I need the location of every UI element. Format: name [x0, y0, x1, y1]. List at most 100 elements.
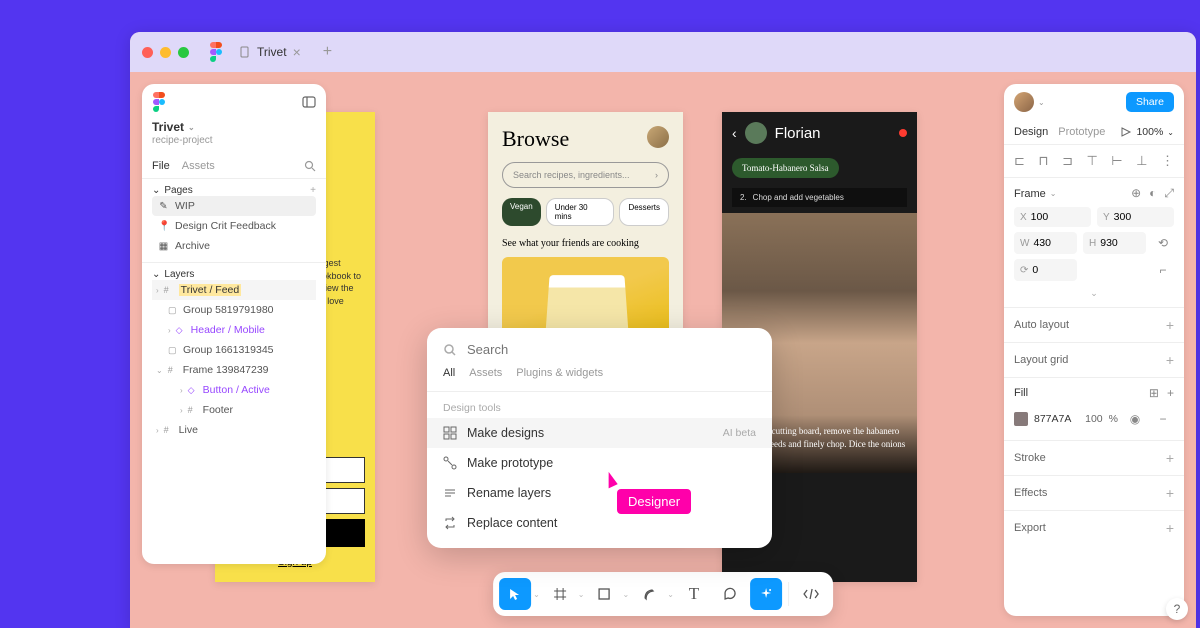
align-bottom-icon[interactable]: ⊥: [1136, 153, 1147, 169]
search-section-label: Design tools: [427, 392, 772, 418]
creator-avatar[interactable]: [745, 122, 767, 144]
layer-item[interactable]: ▢Group 5819791980: [152, 300, 316, 320]
command-make-prototype[interactable]: Make prototype: [427, 448, 772, 478]
layers-header[interactable]: ⌄Layers: [152, 269, 316, 280]
plus-icon: +: [1166, 450, 1174, 466]
zoom-control[interactable]: 100% ⌄: [1120, 126, 1174, 138]
help-button[interactable]: ?: [1166, 598, 1188, 620]
x-position-input[interactable]: X100: [1014, 207, 1091, 227]
document-tab[interactable]: Trivet ×: [231, 40, 309, 64]
stroke-section[interactable]: Stroke+: [1004, 441, 1184, 476]
chip-time[interactable]: Under 30 mins: [546, 198, 615, 226]
layout-grid-section[interactable]: Layout grid+: [1004, 343, 1184, 378]
maximize-window-button[interactable]: [178, 47, 189, 58]
layer-item[interactable]: ›◇Button / Active: [152, 380, 316, 400]
chevron-down-icon[interactable]: ⌄: [533, 590, 540, 599]
link-dimensions-button[interactable]: ⟲: [1152, 232, 1174, 254]
command-replace-content[interactable]: Replace content: [427, 508, 772, 538]
align-center-v-icon[interactable]: ⊢: [1111, 153, 1122, 169]
search-placeholder: Search recipes, ingredients...: [513, 170, 630, 180]
app-window: Trivet × + trivet Join the world's large…: [130, 32, 1196, 628]
auto-layout-section[interactable]: Auto layout+: [1004, 308, 1184, 343]
styles-icon[interactable]: ⊞: [1149, 386, 1159, 400]
share-button[interactable]: Share: [1126, 92, 1174, 112]
width-input[interactable]: W430: [1014, 232, 1077, 254]
user-avatar[interactable]: [1014, 92, 1034, 112]
frame-tool[interactable]: [544, 578, 576, 610]
layer-item[interactable]: ⌄#Frame 139847239: [152, 360, 316, 380]
layer-item[interactable]: ›#Footer: [152, 400, 316, 420]
align-right-icon[interactable]: ⊐: [1062, 153, 1073, 169]
file-tab[interactable]: File: [152, 154, 170, 178]
close-tab-button[interactable]: ×: [293, 44, 301, 60]
y-position-input[interactable]: Y300: [1097, 207, 1174, 227]
recipe-tag[interactable]: Tomato-Habanero Salsa: [732, 158, 839, 178]
rotation-input[interactable]: ⟳0: [1014, 259, 1077, 281]
layer-item[interactable]: ›#Trivet / Feed: [152, 280, 316, 300]
chevron-down-icon[interactable]: ⌄: [667, 590, 674, 599]
visibility-toggle[interactable]: ◉: [1124, 408, 1146, 430]
chip-vegan[interactable]: Vegan: [502, 198, 541, 226]
align-left-icon[interactable]: ⊏: [1014, 153, 1025, 169]
page-item-wip[interactable]: ✎WIP: [152, 196, 316, 216]
effects-section[interactable]: Effects+: [1004, 476, 1184, 511]
remove-fill-button[interactable]: −: [1152, 408, 1174, 430]
expand-toggle[interactable]: ⌄: [1014, 286, 1174, 299]
fill-swatch[interactable]: [1014, 412, 1028, 426]
frame-icon: #: [164, 285, 174, 295]
chevron-down-icon[interactable]: ⌄: [1038, 98, 1045, 107]
fill-opacity-input[interactable]: 100: [1085, 413, 1103, 425]
command-rename-layers[interactable]: Rename layers: [427, 478, 772, 508]
add-page-button[interactable]: +: [310, 185, 316, 196]
height-input[interactable]: H930: [1083, 232, 1146, 254]
fill-hex-input[interactable]: 877A7A: [1034, 413, 1079, 425]
search-tab-all[interactable]: All: [443, 367, 455, 383]
layer-item[interactable]: ›◇Header / Mobile: [152, 320, 316, 340]
back-button[interactable]: ‹: [732, 125, 737, 141]
command-search-input[interactable]: [467, 342, 756, 357]
ai-tool[interactable]: [750, 578, 782, 610]
page-item-crit[interactable]: 📍Design Crit Feedback: [152, 216, 316, 236]
move-tool[interactable]: [499, 578, 531, 610]
fit-icon[interactable]: ⊕: [1131, 186, 1141, 201]
prototype-tab[interactable]: Prototype: [1058, 120, 1105, 144]
traffic-lights: [142, 47, 189, 58]
search-tab-plugins[interactable]: Plugins & widgets: [516, 367, 603, 383]
search-tab-assets[interactable]: Assets: [469, 367, 502, 383]
design-tab[interactable]: Design: [1014, 120, 1048, 144]
align-center-h-icon[interactable]: ⊓: [1038, 153, 1048, 169]
chip-desserts[interactable]: Desserts: [619, 198, 669, 226]
chevron-down-icon[interactable]: ⌄: [623, 590, 630, 599]
dev-mode-button[interactable]: [795, 578, 827, 610]
figma-logo-icon[interactable]: [209, 42, 223, 62]
layer-item[interactable]: ›#Live: [152, 420, 316, 440]
user-avatar[interactable]: [647, 126, 669, 148]
export-section[interactable]: Export+: [1004, 511, 1184, 545]
new-tab-button[interactable]: +: [323, 43, 332, 61]
corner-radius-button[interactable]: ⌐: [1152, 259, 1174, 281]
layer-item[interactable]: ▢Group 1661319345: [152, 340, 316, 360]
project-info[interactable]: Trivet ⌄ recipe-project: [142, 120, 326, 154]
recipe-search-input[interactable]: Search recipes, ingredients... ›: [502, 162, 669, 188]
pages-header[interactable]: ⌄Pages +: [152, 185, 316, 196]
assets-tab[interactable]: Assets: [182, 154, 215, 178]
search-icon[interactable]: [304, 160, 316, 172]
panel-toggle-icon[interactable]: [302, 95, 316, 109]
search-icon: [443, 343, 457, 357]
minimize-window-button[interactable]: [160, 47, 171, 58]
frame-label[interactable]: Frame: [1014, 188, 1046, 200]
pen-tool[interactable]: [633, 578, 665, 610]
orientation-icon[interactable]: ◐: [1149, 186, 1156, 201]
chevron-down-icon[interactable]: ⌄: [578, 590, 585, 599]
align-top-icon[interactable]: ⊤: [1086, 153, 1097, 169]
text-tool[interactable]: T: [678, 578, 710, 610]
figma-menu-icon[interactable]: [152, 92, 166, 112]
shape-tool[interactable]: [589, 578, 621, 610]
resize-icon[interactable]: ⤢: [1164, 186, 1174, 201]
command-make-designs[interactable]: Make designs AI beta: [427, 418, 772, 448]
add-fill-button[interactable]: +: [1167, 386, 1174, 400]
distribute-icon[interactable]: ⋮: [1161, 153, 1174, 169]
close-window-button[interactable]: [142, 47, 153, 58]
page-item-archive[interactable]: ▦Archive: [152, 236, 316, 256]
comment-tool[interactable]: [714, 578, 746, 610]
